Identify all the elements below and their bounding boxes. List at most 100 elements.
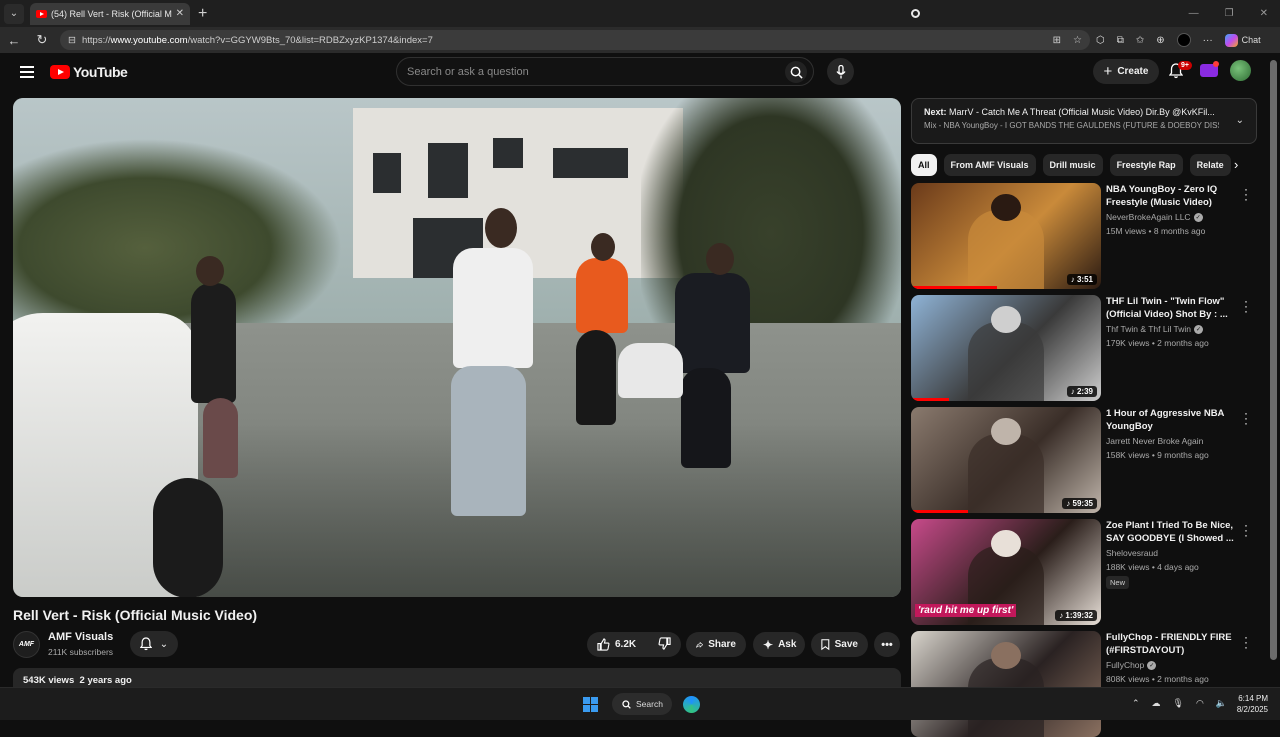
ask-button[interactable]: ✦ Ask	[753, 632, 805, 657]
video-player[interactable]	[13, 98, 901, 597]
watch-progress-bar	[911, 398, 949, 401]
scrollbar-thumb[interactable]	[1270, 60, 1277, 660]
site-info-icon[interactable]: ⊟	[68, 35, 76, 46]
duration-badge: ♪ 59:35	[1062, 498, 1097, 509]
more-menu-icon[interactable]: ···	[1203, 35, 1213, 46]
ask-label: Ask	[778, 639, 797, 650]
chip-related[interactable]: Relate	[1189, 154, 1231, 176]
recommendation-item[interactable]: ♪ 59:35 1 Hour of Aggressive NBA YoungBoy…	[911, 407, 1261, 513]
recommendation-title[interactable]: NBA YoungBoy - Zero IQ Freestyle (Music …	[1106, 183, 1234, 209]
recommendation-title[interactable]: Zoe Plant I Tried To Be Nice, SAY GOODBY…	[1106, 519, 1234, 545]
more-vertical-icon[interactable]: · · ·	[1244, 295, 1248, 317]
search-input[interactable]: Search or ask a question	[396, 57, 814, 86]
save-button[interactable]: Save	[811, 632, 868, 657]
extensions-icon[interactable]: ⬡	[1096, 35, 1105, 46]
recommendation-title[interactable]: THF Lil Twin - "Twin Flow" (Official Vid…	[1106, 295, 1234, 321]
wifi-icon[interactable]: ◠	[1196, 698, 1204, 709]
split-screen-icon[interactable]: ⧉	[1117, 35, 1124, 46]
chip-all[interactable]: All	[911, 154, 937, 176]
recommendation-title[interactable]: FullyChop - FRIENDLY FIRE (#FIRSTDAYOUT)…	[1106, 631, 1234, 657]
video-frame-person	[576, 258, 628, 333]
cloud-icon[interactable]: ☁	[1152, 698, 1161, 709]
up-next-playlist: Mix - NBA YoungBoy - I GOT BANDS THE GAU…	[924, 121, 1219, 130]
reload-button[interactable]: ↻	[28, 32, 56, 48]
collections-icon[interactable]: ⊕	[1156, 35, 1164, 46]
video-thumbnail[interactable]: ♪ 59:35	[911, 407, 1101, 513]
new-badge: New	[1106, 576, 1130, 589]
microphone-icon	[835, 64, 846, 78]
microphone-icon[interactable]: 🎙	[1173, 698, 1184, 709]
clock-date: 8/2/2025	[1236, 705, 1268, 714]
chevron-right-icon[interactable]: ›	[1234, 157, 1238, 172]
browser-tab-active[interactable]: (54) Rell Vert - Risk (Official M ✕	[30, 2, 920, 25]
recommendation-item[interactable]: ♪ 3:51 NBA YoungBoy - Zero IQ Freestyle (…	[911, 183, 1261, 289]
search-button[interactable]	[785, 61, 807, 83]
recommendation-channel[interactable]: NeverBrokeAgain LLC ✓	[1106, 212, 1203, 222]
minimize-icon[interactable]: —	[1189, 8, 1199, 19]
recommendation-channel[interactable]: FullyChop ✓	[1106, 660, 1157, 670]
filter-chips: All From AMF Visuals Drill music Freesty…	[911, 154, 1251, 176]
chevron-down-icon[interactable]: ⌄	[1236, 115, 1244, 126]
menu-icon[interactable]	[20, 63, 34, 81]
account-avatar[interactable]	[1230, 60, 1251, 81]
plus-icon: +	[1103, 63, 1113, 80]
video-thumbnail[interactable]	[911, 631, 1101, 737]
upload-date: 2 years ago	[79, 675, 132, 686]
close-tab-icon[interactable]: ✕	[176, 8, 184, 19]
like-button[interactable]: 6.2K	[597, 638, 636, 651]
youtube-logo[interactable]: YouTube	[50, 64, 128, 80]
video-thumbnail[interactable]: ♪ 2:39	[911, 295, 1101, 401]
address-bar-row: ← ↻ ⊟ https://www.youtube.com/watch?v=GG…	[0, 27, 1280, 53]
search-placeholder: Search or ask a question	[407, 65, 529, 78]
video-thumbnail[interactable]: ♪ 3:51	[911, 183, 1101, 289]
bell-icon	[139, 637, 152, 651]
search-icon	[622, 699, 631, 709]
more-vertical-icon[interactable]: · · ·	[1244, 183, 1248, 205]
chevron-up-icon[interactable]: ⌃	[1132, 698, 1140, 709]
recommendation-title[interactable]: 1 Hour of Aggressive NBA YoungBoy	[1106, 407, 1234, 433]
favorites-icon[interactable]: ✩	[1136, 35, 1144, 46]
address-bar[interactable]: ⊟ https://www.youtube.com/watch?v=GGYW9B…	[60, 30, 1090, 50]
windows-start-icon[interactable]	[583, 697, 598, 712]
edge-browser-icon[interactable]	[683, 696, 700, 713]
taskbar-clock[interactable]: 6:14 PM 8/2/2025	[1228, 693, 1268, 715]
favorite-star-icon[interactable]: ☆	[1073, 35, 1082, 46]
more-vertical-icon[interactable]: · · ·	[1244, 407, 1248, 429]
subscribed-notifications-button[interactable]: ⌄	[130, 631, 178, 657]
more-actions-button[interactable]: •••	[874, 632, 900, 657]
chip-from-channel[interactable]: From AMF Visuals	[943, 154, 1036, 176]
channel-avatar[interactable]: AMF	[13, 631, 40, 658]
new-tab-button[interactable]: +	[198, 5, 207, 23]
recommendation-channel[interactable]: Shelovesraud	[1106, 548, 1158, 558]
tab-actions-button[interactable]: ⌄	[4, 3, 24, 24]
chip-drill-music[interactable]: Drill music	[1042, 154, 1103, 176]
youtube-header: YouTube Search or ask a question + Creat…	[0, 53, 1268, 91]
up-next-card[interactable]: Next: MarrV - Catch Me A Threat (Officia…	[911, 98, 1257, 144]
channel-name[interactable]: AMF Visuals	[48, 631, 113, 643]
voice-search-button[interactable]	[827, 58, 854, 85]
share-button[interactable]: Share	[686, 632, 746, 657]
windows-taskbar: Search ⌃ ☁ 🎙 ◠ 🔈 6:14 PM 8/2/2025	[0, 687, 1280, 720]
recommendation-item[interactable]: 'raud hit me up first' ♪ 1:39:32 Zoe Plant…	[911, 519, 1261, 625]
recommendation-item[interactable]: FullyChop - FRIENDLY FIRE (#FIRSTDAYOUT)…	[911, 631, 1261, 737]
more-vertical-icon[interactable]: · · ·	[1244, 519, 1248, 541]
volume-icon[interactable]: 🔈	[1216, 698, 1227, 709]
profile-avatar[interactable]	[1176, 33, 1191, 47]
more-horizontal-icon: •••	[881, 638, 893, 651]
recommendation-item[interactable]: ♪ 2:39 THF Lil Twin - "Twin Flow" (Offici…	[911, 295, 1261, 401]
create-button[interactable]: + Create	[1093, 59, 1159, 84]
taskbar-search-button[interactable]: Search	[612, 693, 672, 715]
app-available-icon[interactable]: ⊞	[1053, 35, 1061, 46]
close-window-icon[interactable]: ✕	[1260, 8, 1268, 19]
recommendation-channel[interactable]: Jarrett Never Broke Again	[1106, 436, 1203, 446]
chip-freestyle-rap[interactable]: Freestyle Rap	[1109, 154, 1183, 176]
maximize-icon[interactable]: ❐	[1225, 8, 1234, 19]
back-button[interactable]: ←	[0, 33, 28, 48]
video-thumbnail[interactable]: 'raud hit me up first' ♪ 1:39:32	[911, 519, 1101, 625]
video-frame-head	[485, 208, 517, 248]
video-frame-person	[191, 283, 236, 403]
copilot-button[interactable]: Chat	[1224, 33, 1261, 47]
dislike-button[interactable]	[658, 636, 671, 653]
more-vertical-icon[interactable]: · · ·	[1244, 631, 1248, 653]
recommendation-channel[interactable]: Thf Twin & Thf Lil Twin ✓	[1106, 324, 1204, 334]
